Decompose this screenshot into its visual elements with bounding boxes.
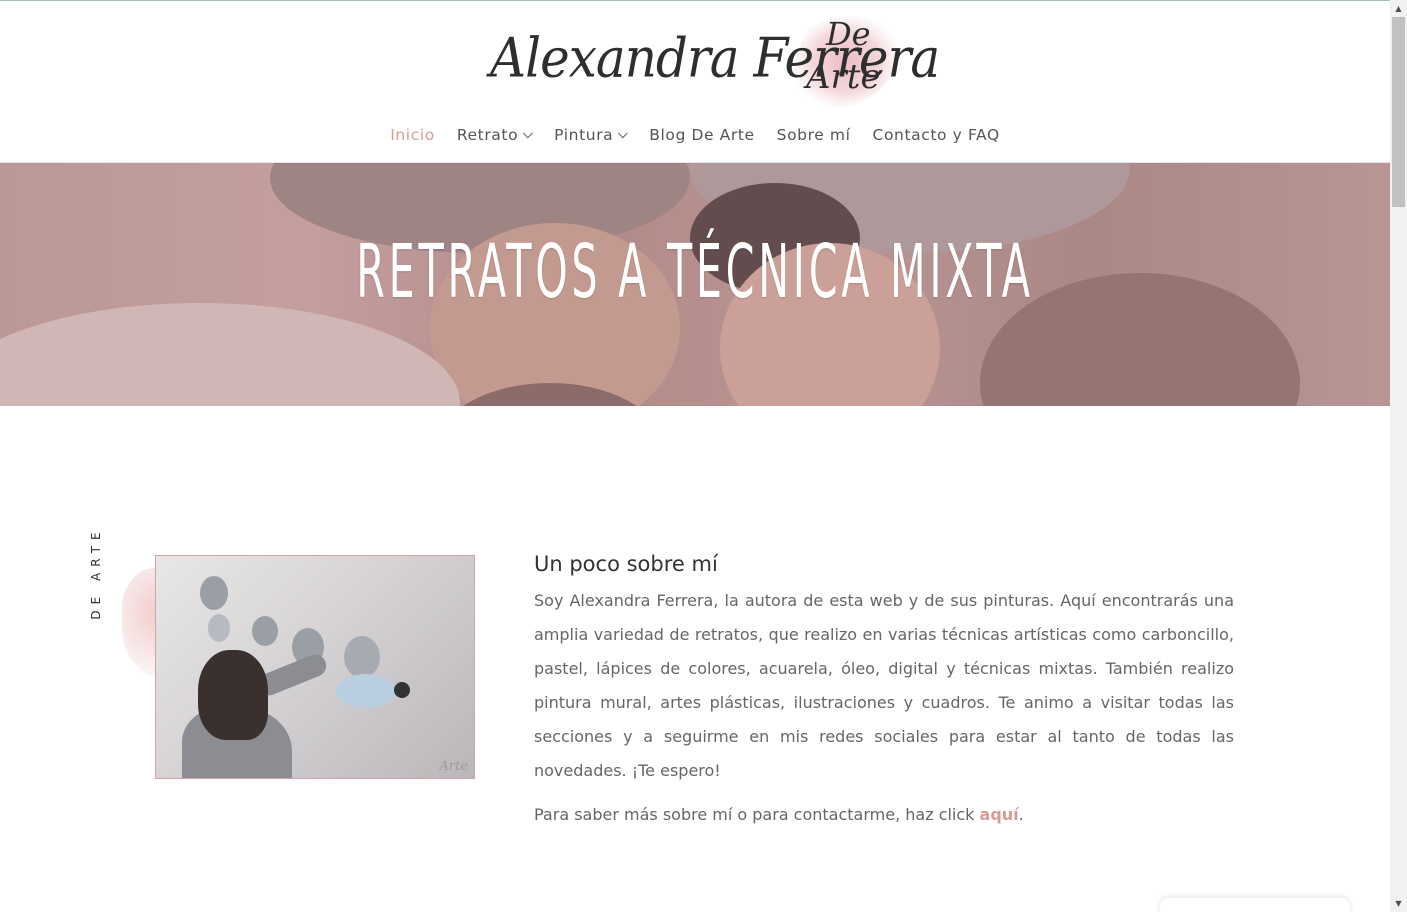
logo-arte-text: Arte [806, 57, 881, 97]
nav-item-inicio[interactable]: Inicio [379, 123, 446, 147]
site-header: Alexandra Ferrera De Arte Inicio Retrato… [0, 1, 1390, 163]
about-body-text: Soy Alexandra Ferrera, la autora de esta… [534, 591, 1234, 780]
mural-figure [344, 636, 380, 678]
page-scrollbar[interactable]: ▲ ▼ [1390, 0, 1407, 912]
nav-item-label: Blog De Arte [649, 126, 755, 144]
about-more-link[interactable]: aquí [980, 805, 1019, 824]
site-logo[interactable]: Alexandra Ferrera De Arte [488, 7, 940, 115]
mural-dot [394, 682, 410, 698]
hero-title: RETRATOS A TÉCNICA MIXTA [356, 229, 1034, 315]
nav-item-contacto[interactable]: Contacto y FAQ [862, 123, 1011, 147]
chevron-down-icon [618, 127, 629, 138]
main-navigation: Inicio Retrato Pintura Blog De Arte Sobr… [0, 123, 1390, 147]
nav-item-label: Contacto y FAQ [872, 126, 1000, 144]
about-heading: Un poco sobre mí [534, 552, 718, 576]
about-more-text: Para saber más sobre mí o para contactar… [534, 805, 1234, 824]
nav-item-blog[interactable]: Blog De Arte [638, 123, 765, 147]
hero-banner: RETRATOS A TÉCNICA MIXTA [0, 163, 1390, 406]
about-photo-block: Arte [120, 550, 480, 790]
nav-item-sobre-mi[interactable]: Sobre mí [766, 123, 862, 147]
nav-item-label: Pintura [554, 126, 614, 144]
cookie-consent-tab[interactable] [1160, 898, 1350, 912]
mural-figure [252, 616, 278, 646]
nav-item-pintura[interactable]: Pintura [543, 123, 638, 147]
photo-watermark: Arte [439, 759, 468, 774]
nav-item-label: Retrato [456, 126, 519, 144]
about-section: Un poco sobre mí Soy Alexandra Ferrera, … [534, 552, 1234, 824]
mural-figure [336, 674, 396, 708]
nav-item-retrato[interactable]: Retrato [446, 123, 543, 147]
about-more-suffix: . [1018, 805, 1024, 824]
logo-de-text: De [826, 15, 871, 53]
artist-painting-mural-image: Arte [155, 555, 475, 779]
scrollbar-thumb[interactable] [1392, 17, 1405, 207]
about-more-prefix: Para saber más sobre mí o para contactar… [534, 805, 980, 824]
vertical-label: DE ARTE [83, 520, 103, 630]
vertical-label-text: DE ARTE [89, 526, 103, 620]
chevron-down-icon [522, 127, 533, 138]
scroll-up-arrow-icon[interactable]: ▲ [1390, 0, 1407, 17]
scroll-down-arrow-icon[interactable]: ▼ [1390, 895, 1407, 912]
nav-item-label: Inicio [390, 126, 435, 144]
mural-figure [208, 614, 230, 642]
artist-hair [198, 650, 268, 740]
mural-figure [200, 576, 228, 610]
nav-item-label: Sobre mí [776, 126, 851, 144]
